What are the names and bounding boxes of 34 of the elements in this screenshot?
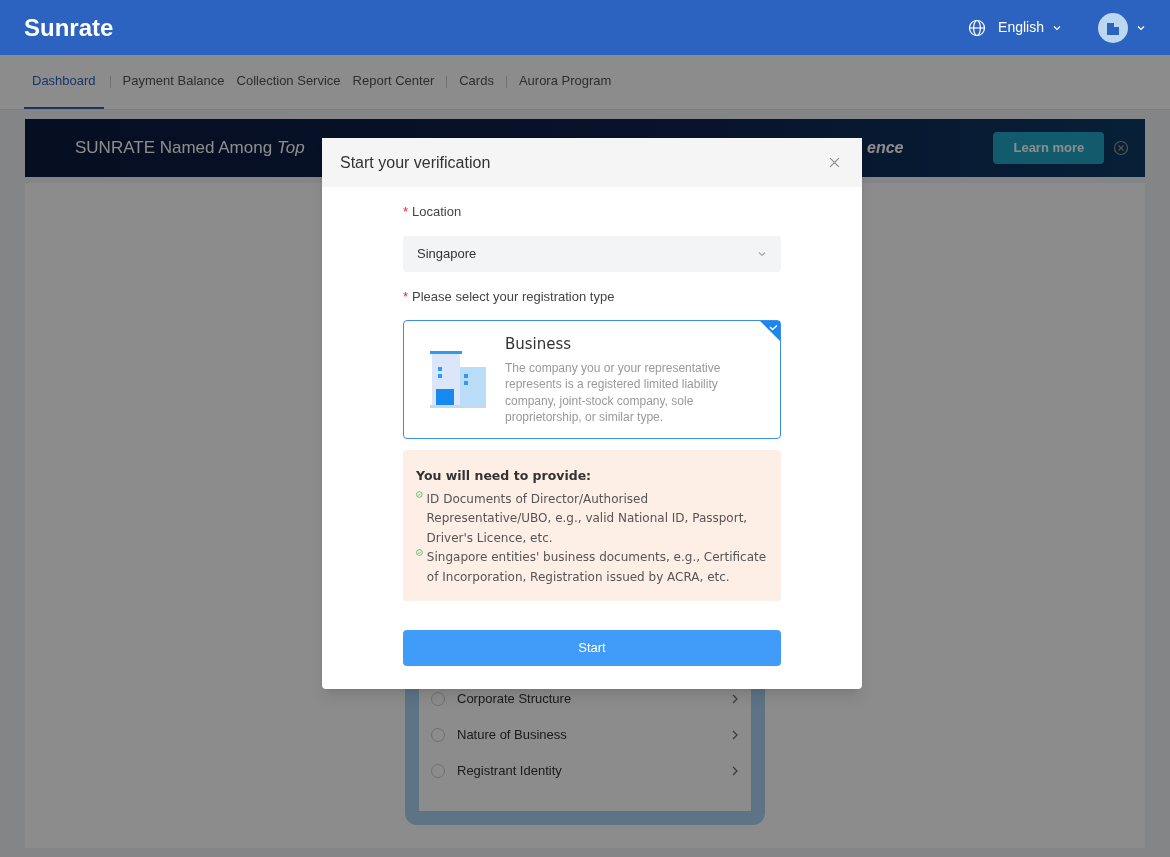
chevron-right-icon[interactable] [731,693,739,705]
start-button[interactable]: Start [403,630,781,666]
registration-type-card[interactable]: Business The company you or your representative represents is a registered limited liability company, joint-stock company, sole proprietorship, or similar type. [403,320,781,439]
learn-more-button[interactable]: Learn more [993,132,1105,164]
nav-tab[interactable]: Collection Service [230,55,347,109]
field-label: * Location [403,203,463,221]
nav-tab[interactable]: Dashboard [24,55,104,109]
notice-title: You will need to provide: [416,467,593,485]
field-label: * Please select your registration type [403,287,616,306]
banner-headline: ence [867,138,904,158]
nav-tab[interactable]: Aurora Program [512,55,618,109]
chevron-right-icon[interactable] [731,765,739,777]
nav-tab[interactable]: Cards [453,55,500,109]
step-label[interactable]: Corporate Structure [457,689,572,709]
location-select[interactable]: Singapore [403,235,781,272]
requirement-text: Singapore entities' business documents, e.g., Certificate of Incorporation, Registration issued by ACRA, etc. [426,549,768,586]
type-title: Business [505,334,573,356]
close-icon[interactable] [1113,140,1129,156]
globe-icon [968,18,987,37]
banner-headline: SUNRATE Named Among Top [75,137,306,160]
check-corner-icon [760,321,780,341]
type-description: The company you or your representative represents is a registered limited liability company, joint-stock company, sole proprietorship, or similar type. [505,359,722,426]
avatar[interactable] [1098,12,1128,43]
language-button[interactable]: English [998,17,1044,38]
chevron-right-icon[interactable] [731,729,739,741]
dialog-title: Start your verification [340,152,491,173]
step-label[interactable]: Nature of Business [457,725,567,745]
requirement-text: ID Documents of Director/Authorised Representative/UBO, e.g., valid National ID, Passport, Driver's Licence, etc. [426,490,749,547]
nav-tab[interactable]: Report Center [346,55,441,109]
step-label[interactable]: Registrant Identity [457,761,562,781]
close-icon[interactable] [829,157,840,168]
nav-tab[interactable]: Payment Balance [116,55,231,109]
check-circle-icon [416,546,423,559]
logo: Sunrate [24,12,114,43]
